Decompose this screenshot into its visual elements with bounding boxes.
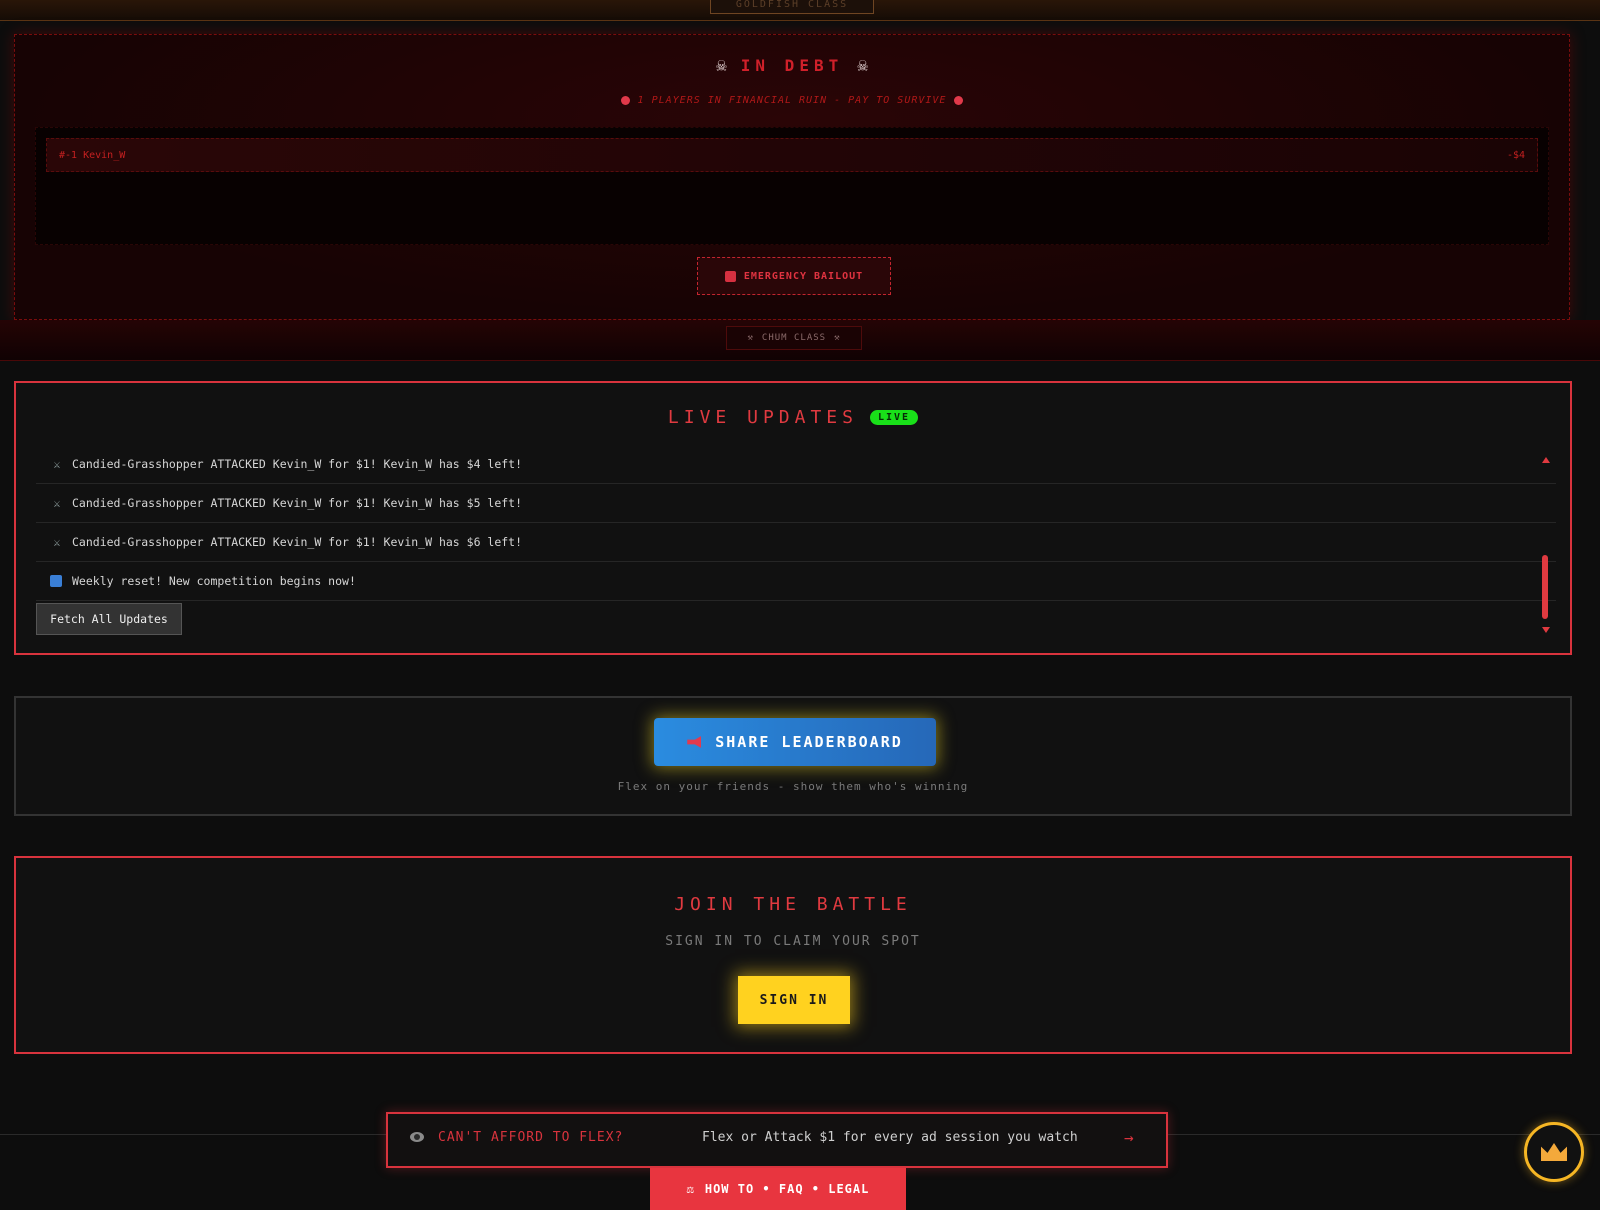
ad-question: CAN'T AFFORD TO FLEX? bbox=[438, 1130, 624, 1145]
debt-row[interactable]: #-1 Kevin_W -$4 bbox=[46, 138, 1538, 172]
join-battle-panel: JOIN THE BATTLE SIGN IN TO CLAIM YOUR SP… bbox=[14, 856, 1572, 1054]
scrollbar-thumb[interactable] bbox=[1542, 555, 1548, 619]
footer-nav-label: HOW TO • FAQ • LEGAL bbox=[704, 1182, 870, 1196]
feed-item-text: Candied-Grasshopper ATTACKED Kevin_W for… bbox=[72, 457, 523, 471]
bailout-label: EMERGENCY BAILOUT bbox=[743, 270, 864, 282]
skull-icon: ☠ bbox=[857, 55, 869, 76]
eye-icon bbox=[410, 1132, 424, 1142]
crown-button[interactable] bbox=[1524, 1122, 1584, 1182]
ad-banner[interactable]: CAN'T AFFORD TO FLEX? Flex or Attack $1 … bbox=[386, 1112, 1168, 1168]
feed-item-text: Candied-Grasshopper ATTACKED Kevin_W for… bbox=[72, 496, 523, 510]
live-updates-title-text: LIVE UPDATES bbox=[667, 407, 858, 428]
pill-icon bbox=[954, 95, 964, 105]
scroll-down-arrow[interactable] bbox=[1542, 627, 1550, 633]
ad-text: Flex or Attack $1 for every ad session y… bbox=[702, 1130, 1078, 1145]
debt-row-player: #-1 Kevin_W bbox=[59, 150, 125, 161]
feed-item-text: Candied-Grasshopper ATTACKED Kevin_W for… bbox=[72, 535, 523, 549]
feed-item: ⚔ Candied-Grasshopper ATTACKED Kevin_W f… bbox=[36, 484, 1556, 523]
goldfish-class-divider: GOLDFISH CLASS bbox=[0, 0, 1600, 21]
skull-icon: ☠ bbox=[715, 55, 727, 76]
chum-class-divider: ⚒ CHUM CLASS ⚒ bbox=[0, 320, 1600, 361]
crossed-swords-icon: ⚔ bbox=[53, 535, 61, 549]
fetch-all-updates-button[interactable]: Fetch All Updates bbox=[36, 603, 182, 635]
debt-list: #-1 Kevin_W -$4 bbox=[35, 127, 1549, 245]
scroll-up-arrow[interactable] bbox=[1542, 457, 1550, 463]
debt-player-name: Kevin_W bbox=[83, 149, 126, 161]
goldfish-class-tab: GOLDFISH CLASS bbox=[710, 0, 874, 14]
emergency-bailout-button[interactable]: EMERGENCY BAILOUT bbox=[697, 257, 891, 295]
chum-class-label: CHUM CLASS bbox=[761, 333, 827, 343]
sos-icon bbox=[724, 270, 736, 282]
scale-icon: ⚖ bbox=[686, 1182, 695, 1196]
share-subtitle: Flex on your friends - show them who's w… bbox=[617, 780, 969, 793]
crown-icon bbox=[1541, 1143, 1567, 1161]
feed-item: Weekly reset! New competition begins now… bbox=[36, 562, 1556, 601]
feed-item: ⚔ Candied-Grasshopper ATTACKED Kevin_W f… bbox=[36, 523, 1556, 562]
goldfish-class-label: GOLDFISH CLASS bbox=[735, 0, 849, 10]
pill-icon bbox=[620, 95, 630, 105]
share-button-label: SHARE LEADERBOARD bbox=[715, 733, 903, 751]
debt-rank: #-1 bbox=[59, 149, 78, 161]
chum-class-tab: ⚒ CHUM CLASS ⚒ bbox=[726, 326, 862, 350]
live-badge: LIVE bbox=[869, 410, 919, 425]
feed-item-text: Weekly reset! New competition begins now… bbox=[72, 574, 356, 588]
bone-icon: ⚒ bbox=[834, 333, 841, 343]
in-debt-section: ☠ IN DEBT ☠ 1 PLAYERS IN FINANCIAL RUIN - … bbox=[14, 34, 1570, 320]
megaphone-icon bbox=[687, 736, 702, 748]
crossed-swords-icon: ⚔ bbox=[53, 496, 61, 510]
updates-feed[interactable]: ⚔ Candied-Grasshopper ATTACKED Kevin_W f… bbox=[36, 445, 1556, 601]
debt-title-text: IN DEBT bbox=[740, 56, 844, 75]
crossed-swords-icon: ⚔ bbox=[53, 457, 61, 471]
share-panel: SHARE LEADERBOARD Flex on your friends -… bbox=[14, 696, 1572, 816]
live-updates-panel: LIVE UPDATES LIVE ⚔ Candied-Grasshopper A… bbox=[14, 381, 1572, 655]
debt-title: ☠ IN DEBT ☠ bbox=[15, 55, 1569, 76]
debt-amount: -$4 bbox=[1506, 149, 1525, 161]
arrow-right-icon: → bbox=[1124, 1128, 1134, 1147]
refresh-icon bbox=[50, 575, 62, 587]
footer-nav-button[interactable]: ⚖ HOW TO • FAQ • LEGAL bbox=[650, 1168, 906, 1210]
debt-subtitle: 1 PLAYERS IN FINANCIAL RUIN - PAY TO SUR… bbox=[15, 95, 1569, 106]
bone-icon: ⚒ bbox=[747, 333, 754, 343]
feed-item: ⚔ Candied-Grasshopper ATTACKED Kevin_W f… bbox=[36, 445, 1556, 484]
debt-subtitle-text: 1 PLAYERS IN FINANCIAL RUIN - PAY TO SUR… bbox=[637, 95, 947, 106]
join-title: JOIN THE BATTLE bbox=[674, 894, 912, 915]
sign-in-button[interactable]: SIGN IN bbox=[738, 976, 850, 1024]
share-leaderboard-button[interactable]: SHARE LEADERBOARD bbox=[654, 718, 936, 766]
live-updates-title: LIVE UPDATES LIVE bbox=[16, 407, 1570, 428]
join-subtitle: SIGN IN TO CLAIM YOUR SPOT bbox=[665, 934, 921, 949]
